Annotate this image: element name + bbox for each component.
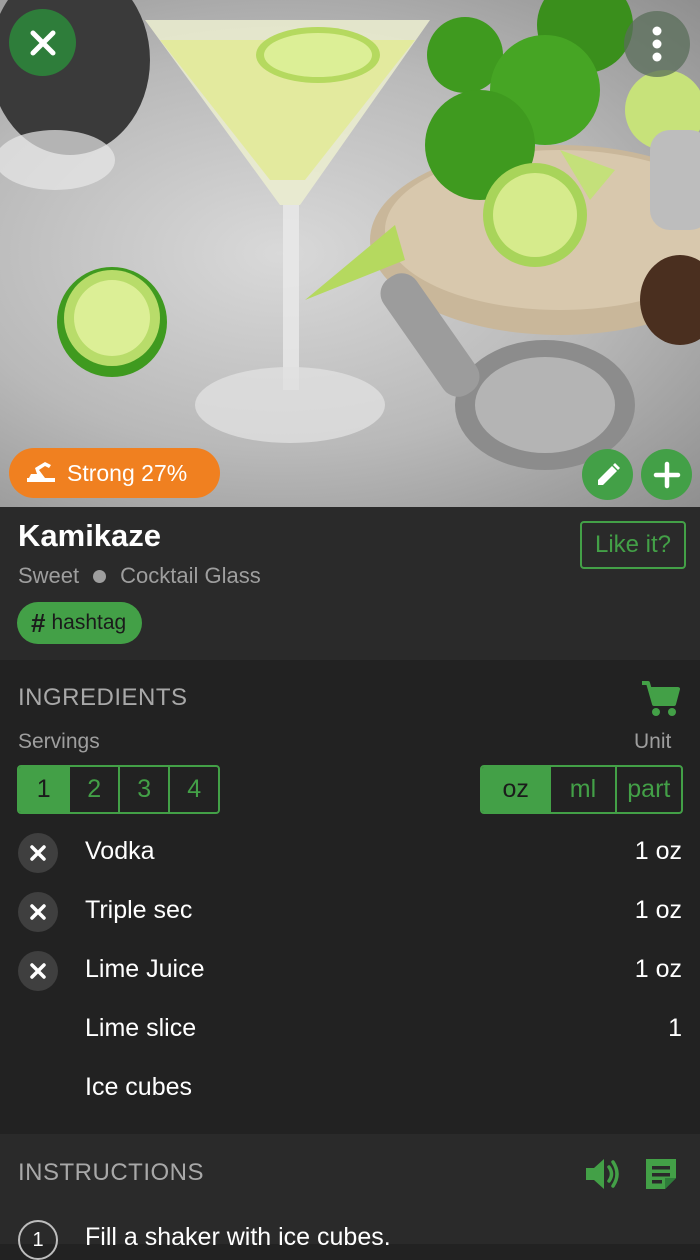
ingredient-row: Lime Juice 1 oz — [0, 947, 700, 995]
pencil-icon — [597, 462, 620, 485]
plus-icon — [653, 461, 680, 488]
glass-label: Cocktail Glass — [120, 563, 261, 588]
unit-label: Unit — [634, 730, 672, 753]
hashtag-chip[interactable]: # hashtag — [17, 602, 143, 644]
ingredient-amount: 1 oz — [634, 955, 682, 983]
close-icon — [30, 904, 46, 920]
strength-label: Strong 27% — [67, 459, 188, 486]
ingredients-heading: INGREDIENTS — [18, 684, 188, 711]
notes-icon[interactable] — [643, 1156, 679, 1192]
speaker-icon[interactable] — [584, 1156, 622, 1192]
cocktail-photo — [0, 0, 700, 470]
servings-label: Servings — [18, 730, 100, 753]
close-button[interactable] — [9, 9, 76, 76]
unit-selector: oz ml part — [480, 765, 683, 814]
servings-option-1[interactable]: 1 — [19, 767, 69, 812]
ingredient-row: Ice cubes — [0, 1065, 700, 1113]
unit-option-oz[interactable]: oz — [482, 767, 550, 812]
hashtag-label: hashtag — [51, 611, 127, 634]
remove-ingredient-button[interactable] — [18, 892, 58, 932]
more-options-button[interactable] — [624, 11, 690, 77]
close-icon — [30, 30, 55, 55]
unit-option-ml[interactable]: ml — [549, 767, 614, 812]
servings-option-2[interactable]: 2 — [68, 767, 118, 812]
step-text: Fill a shaker with ice cubes. — [85, 1223, 391, 1251]
close-icon — [30, 963, 46, 979]
ingredient-name: Triple sec — [85, 896, 193, 924]
close-icon — [30, 845, 46, 861]
drink-name: Kamikaze — [18, 518, 162, 553]
edit-button[interactable] — [582, 449, 633, 500]
unit-option-part[interactable]: part — [614, 767, 681, 812]
remove-ingredient-button[interactable] — [18, 951, 58, 991]
ingredient-row: Triple sec 1 oz — [0, 888, 700, 936]
ingredient-amount: 1 oz — [634, 896, 682, 924]
drink-meta: Sweet Cocktail Glass — [18, 563, 261, 589]
ingredient-amount: 1 oz — [634, 837, 682, 865]
step-number: 1 — [18, 1220, 58, 1260]
instructions-heading: INSTRUCTIONS — [18, 1159, 204, 1186]
ingredient-row: Lime slice 1 — [0, 1006, 700, 1054]
servings-option-4[interactable]: 4 — [168, 767, 218, 812]
taste-label: Sweet — [18, 563, 80, 588]
ingredient-name: Lime slice — [85, 1014, 197, 1042]
ingredient-name: Ice cubes — [85, 1073, 193, 1101]
separator-dot — [93, 569, 107, 583]
add-button[interactable] — [641, 449, 692, 500]
more-vertical-icon — [652, 26, 662, 62]
strength-badge: Strong 27% — [9, 448, 220, 498]
remove-ingredient-button[interactable] — [18, 833, 58, 873]
hash-icon: # — [31, 607, 46, 638]
like-button[interactable]: Like it? — [580, 521, 686, 569]
shopping-cart-icon[interactable] — [640, 680, 680, 718]
ingredient-row: Vodka 1 oz — [0, 829, 700, 877]
hero-image: Strong 27% — [0, 0, 700, 507]
ingredient-name: Vodka — [85, 837, 155, 865]
servings-option-3[interactable]: 3 — [117, 767, 169, 812]
strength-icon — [27, 462, 55, 482]
servings-selector: 1 2 3 4 — [17, 765, 220, 814]
ingredient-name: Lime Juice — [85, 955, 205, 983]
ingredient-amount: 1 — [668, 1014, 682, 1042]
